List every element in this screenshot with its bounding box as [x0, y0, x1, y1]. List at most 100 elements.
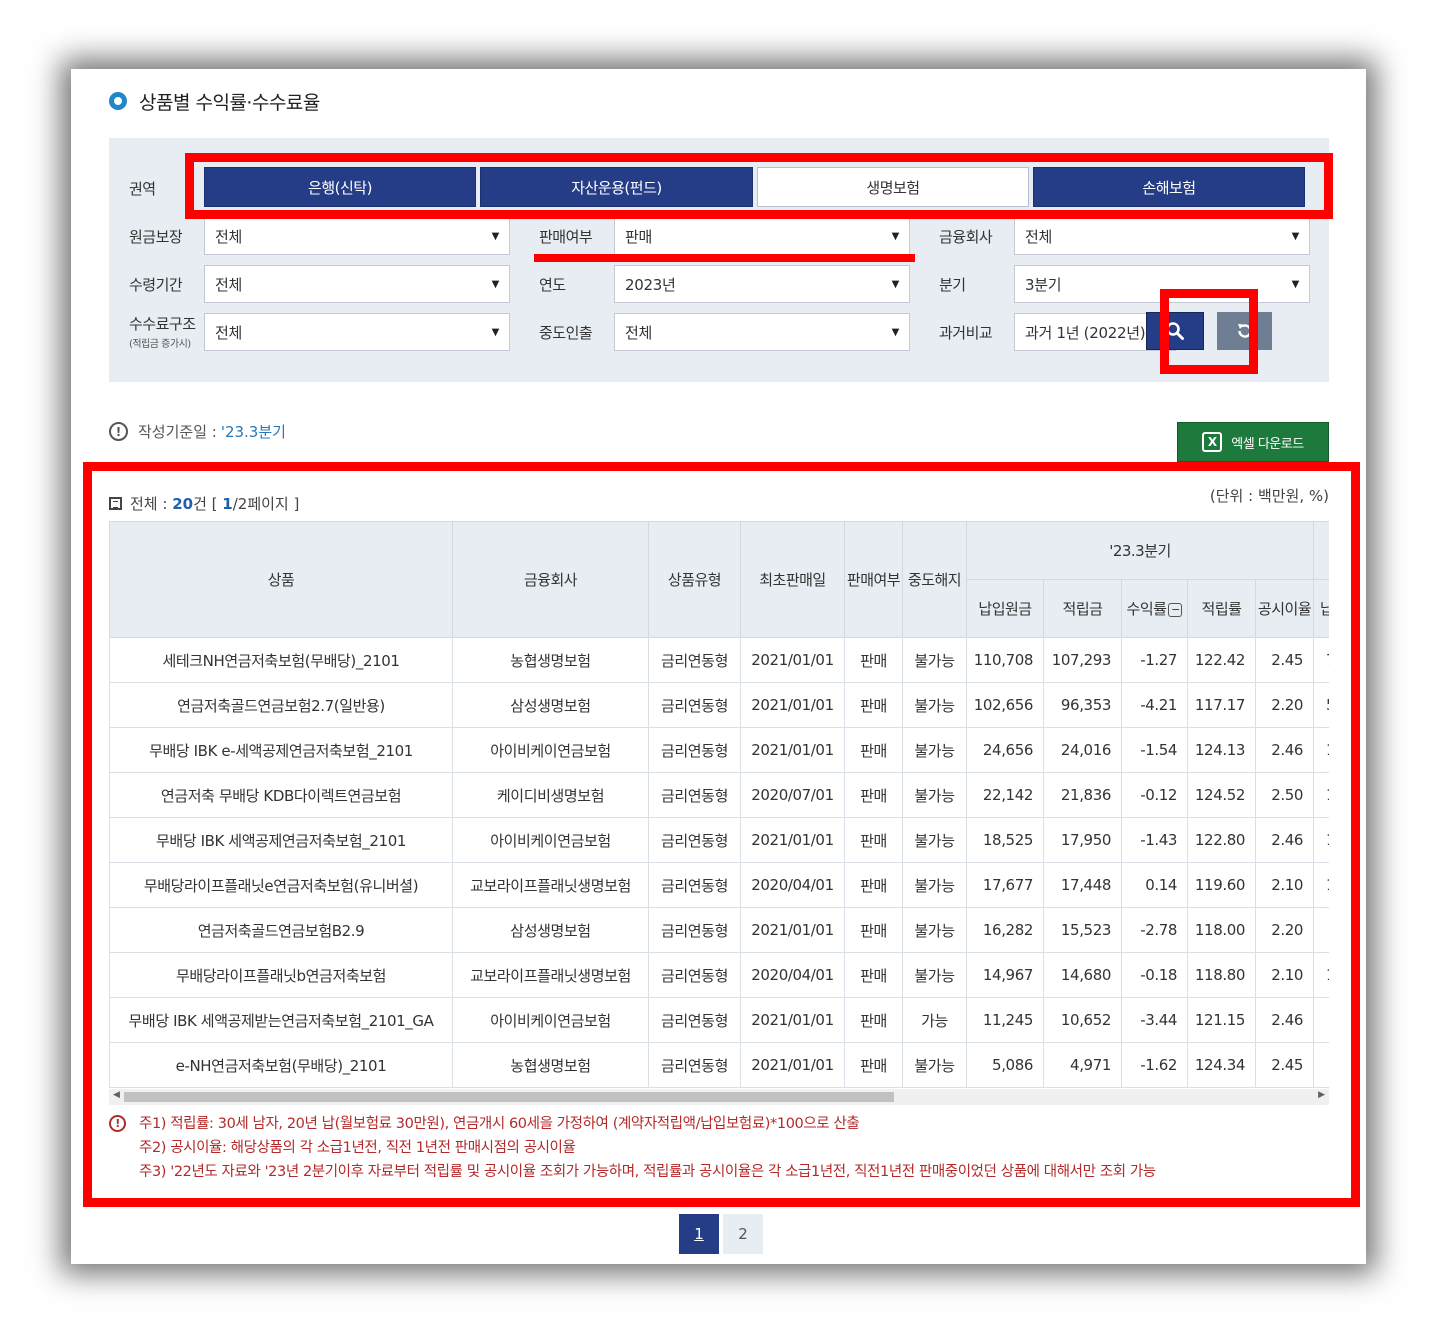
excel-download-label: 엑셀 다운로드	[1231, 436, 1304, 452]
title-bullet-icon	[109, 92, 127, 110]
cell-product: 무배당 IBK 세액공제연금저축보험_2101	[109, 817, 453, 863]
principal-select-value: 전체	[215, 227, 243, 246]
cell-public-rate: 2.45	[1254, 1042, 1315, 1088]
table-row: 연금저축골드연금보험2.7(일반용) 삼성생명보험 금리연동형 2021/01/01 판…	[109, 682, 1329, 728]
fee-select[interactable]: 전체 ▼	[204, 313, 510, 351]
scrollbar-thumb[interactable]	[124, 1092, 894, 1102]
cell-next: 1	[1313, 727, 1329, 773]
cell-cancel: 불가능	[902, 772, 967, 818]
cell-reserve: 10,652	[1043, 997, 1122, 1043]
period-select-value: 전체	[215, 275, 243, 294]
caret-down-icon: ▼	[491, 231, 500, 242]
table-row: 무배당 IBK 세액공제연금저축보험_2101 아이비케이연금보험 금리연동형 202…	[109, 817, 1329, 863]
cell-next: 5	[1313, 682, 1329, 728]
cell-cancel: 불가능	[902, 1042, 967, 1088]
cell-principal: 22,142	[966, 772, 1044, 818]
collapse-icon[interactable]: −	[1168, 602, 1183, 617]
page-current: 1	[222, 494, 233, 513]
cell-public-rate: 2.20	[1254, 682, 1315, 728]
principal-label: 원금보장	[129, 228, 183, 246]
cell-public-rate: 2.46	[1254, 727, 1315, 773]
table-row: 무배당 IBK e-세액공제연금저축보험_2101 아이비케이연금보험 금리연동형 2…	[109, 727, 1329, 773]
cell-first-sale: 2020/07/01	[740, 772, 845, 818]
cell-next	[1313, 1042, 1329, 1088]
cell-product: e-NH연금저축보험(무배당)_2101	[109, 1042, 453, 1088]
company-select[interactable]: 전체 ▼	[1014, 217, 1310, 255]
th-next: 납	[1313, 579, 1329, 638]
cell-reserve-rate: 118.00	[1187, 907, 1256, 953]
scroll-left-icon[interactable]: ◀	[113, 1090, 120, 1100]
table-row: 무배당 IBK 세액공제받는연금저축보험_2101_GA 아이비케이연금보험 금리연…	[109, 997, 1329, 1043]
cell-first-sale: 2021/01/01	[740, 1042, 845, 1088]
cell-reserve-rate: 119.60	[1187, 862, 1256, 908]
tab-bank-trust[interactable]: 은행(신탁)	[204, 167, 476, 207]
cell-principal: 5,086	[966, 1042, 1044, 1088]
total-count: 20	[172, 494, 194, 513]
list-icon	[109, 497, 122, 510]
tab-life-insurance[interactable]: 생명보험	[757, 167, 1029, 207]
cell-public-rate: 2.45	[1254, 637, 1315, 683]
cell-next: 7	[1313, 637, 1329, 683]
th-company: 금융회사	[452, 521, 649, 638]
principal-select[interactable]: 전체 ▼	[204, 217, 510, 255]
cell-type: 금리연동형	[648, 1042, 741, 1088]
company-select-value: 전체	[1025, 227, 1053, 246]
th-principal: 납입원금	[966, 579, 1044, 638]
cell-reserve: 107,293	[1043, 637, 1122, 683]
tab-asset-fund[interactable]: 자산운용(펀드)	[480, 167, 753, 207]
cell-sale: 판매	[844, 862, 903, 908]
period-select[interactable]: 전체 ▼	[204, 265, 510, 303]
quarter-select[interactable]: 3분기 ▼	[1014, 265, 1310, 303]
cell-public-rate: 2.46	[1254, 997, 1315, 1043]
cell-principal: 11,245	[966, 997, 1044, 1043]
year-select[interactable]: 2023년 ▼	[614, 265, 910, 303]
cell-next: 1	[1313, 772, 1329, 818]
search-button[interactable]	[1146, 312, 1204, 350]
caret-down-icon: ▼	[891, 231, 900, 242]
excel-download-button[interactable]: X 엑셀 다운로드	[1177, 422, 1329, 462]
cell-cancel: 불가능	[902, 907, 967, 953]
cell-public-rate: 2.46	[1254, 817, 1315, 863]
cell-return: 0.14	[1121, 862, 1188, 908]
results-table-container: 상품 금융회사 상품유형 최초판매일 판매여부 중도해지 '23.3분기 납입원…	[109, 521, 1329, 1106]
pagination: 1 2	[679, 1214, 763, 1254]
cell-product: 연금저축골드연금보험B2.9	[109, 907, 453, 953]
period-label: 수령기간	[129, 276, 183, 294]
horizontal-scrollbar[interactable]: ◀ ▶	[109, 1089, 1329, 1105]
footnote-2: 주2) 공시이율: 해당상품의 각 소급1년전, 직전 1년전 판매시점의 공시…	[139, 1140, 576, 1156]
cell-reserve-rate: 121.15	[1187, 997, 1256, 1043]
year-label: 연도	[539, 276, 566, 294]
unit-label: (단위 : 백만원, %)	[1209, 487, 1329, 505]
section-title: 상품별 수익률·수수료율	[109, 89, 320, 114]
cell-company: 아이비케이연금보험	[452, 997, 649, 1043]
withdraw-select[interactable]: 전체 ▼	[614, 313, 910, 351]
cell-type: 금리연동형	[648, 952, 741, 998]
cell-type: 금리연동형	[648, 997, 741, 1043]
basis-date-row: ! 작성기준일 : '23.3분기	[109, 421, 286, 442]
table-row: 무배당라이프플래닛e연금저축보험(유니버셜) 교보라이프플래닛생명보험 금리연동형 2…	[109, 862, 1329, 908]
cell-product: 무배당 IBK 세액공제받는연금저축보험_2101_GA	[109, 997, 453, 1043]
reset-button[interactable]	[1217, 312, 1272, 350]
cell-first-sale: 2021/01/01	[740, 727, 845, 773]
sale-select[interactable]: 판매 ▼	[614, 217, 910, 255]
scroll-right-icon[interactable]: ▶	[1318, 1090, 1325, 1100]
result-count: 전체 : 20 건 [ 1/2페이지 ]	[109, 493, 299, 514]
cell-next: 1	[1313, 817, 1329, 863]
company-label: 금융회사	[939, 228, 993, 246]
tab-nonlife-insurance[interactable]: 손해보험	[1033, 167, 1305, 207]
cell-type: 금리연동형	[648, 817, 741, 863]
cell-first-sale: 2021/01/01	[740, 817, 845, 863]
cell-type: 금리연동형	[648, 772, 741, 818]
cell-product: 연금저축골드연금보험2.7(일반용)	[109, 682, 453, 728]
cell-cancel: 가능	[902, 997, 967, 1043]
table-row: 연금저축골드연금보험B2.9 삼성생명보험 금리연동형 2021/01/01 판매 불가능…	[109, 907, 1329, 953]
th-return-label: 수익률	[1126, 600, 1167, 618]
cell-public-rate: 2.50	[1254, 772, 1315, 818]
cell-return: -0.18	[1121, 952, 1188, 998]
cell-reserve: 24,016	[1043, 727, 1122, 773]
th-return: 수익률 −	[1121, 579, 1188, 638]
search-icon	[1166, 322, 1184, 340]
page-1-button[interactable]: 1	[679, 1214, 719, 1254]
page-2-button[interactable]: 2	[723, 1214, 763, 1254]
table-row: 세테크NH연금저축보험(무배당)_2101 농협생명보험 금리연동형 2021/01/…	[109, 637, 1329, 683]
